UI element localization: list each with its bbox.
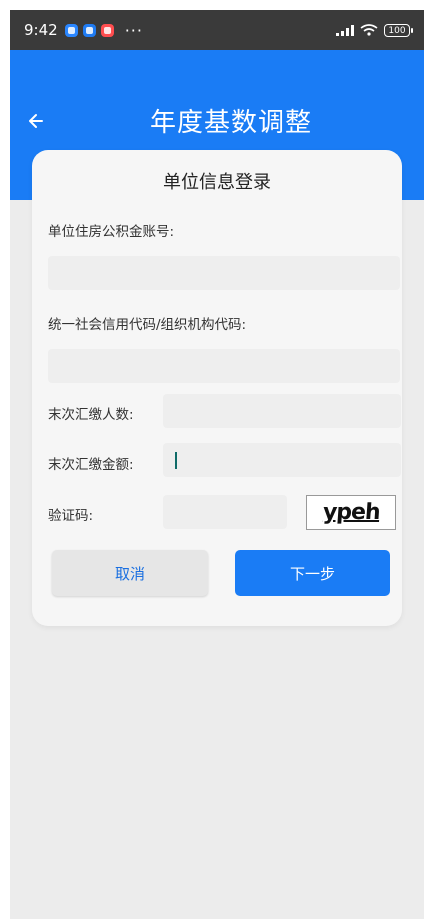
captcha-text: ypeh (321, 500, 381, 525)
notification-app-icon (82, 23, 96, 37)
more-notifications-icon: ··· (124, 20, 143, 40)
last-amount-input[interactable] (163, 443, 401, 477)
card-title: 单位信息登录 (163, 172, 271, 193)
notification-app-icon (64, 23, 78, 37)
status-bar: 9:42 ··· 100 (10, 10, 424, 50)
status-time: 9:42 (24, 21, 58, 39)
wifi-icon (360, 24, 378, 36)
status-left: 9:42 ··· (24, 21, 143, 40)
unit-login-card: 单位信息登录 单位住房公积金账号: 统一社会信用代码/组织机构代码: 末次汇缴人… (32, 150, 402, 626)
captcha-input[interactable] (163, 495, 287, 529)
battery-level: 100 (388, 25, 406, 36)
last-count-label: 末次汇缴人数: (48, 407, 134, 423)
account-label: 单位住房公积金账号: (48, 224, 175, 240)
phone-screen: 9:42 ··· 100 年度基数调整 单位信息登录 单位住房公积金账号: 统一… (10, 10, 424, 919)
cancel-button[interactable]: 取消 (52, 550, 208, 596)
credit-code-input[interactable] (48, 349, 400, 383)
last-amount-label: 末次汇缴金额: (48, 457, 134, 473)
captcha-image[interactable]: ypeh (306, 495, 396, 530)
credit-code-label: 统一社会信用代码/组织机构代码: (48, 317, 247, 333)
status-right: 100 (336, 23, 413, 37)
account-input[interactable] (48, 256, 400, 290)
battery-icon: 100 (384, 23, 413, 37)
signal-icon (336, 24, 354, 36)
page-title: 年度基数调整 (149, 108, 312, 138)
notification-app-icon (100, 23, 114, 37)
captcha-label: 验证码: (48, 508, 94, 524)
text-cursor (175, 452, 177, 469)
last-count-input[interactable] (163, 394, 401, 428)
next-step-button[interactable]: 下一步 (235, 550, 390, 596)
